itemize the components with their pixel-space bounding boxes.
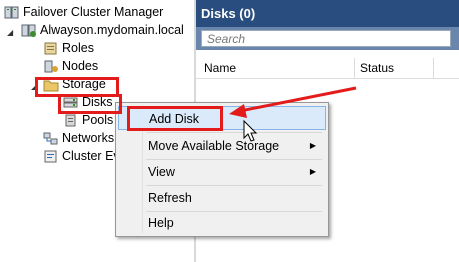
red-arrow-icon <box>239 86 357 113</box>
annotation-overlay <box>229 86 357 142</box>
mouse-cursor-icon <box>243 119 258 142</box>
red-arrowhead-icon <box>229 104 247 118</box>
